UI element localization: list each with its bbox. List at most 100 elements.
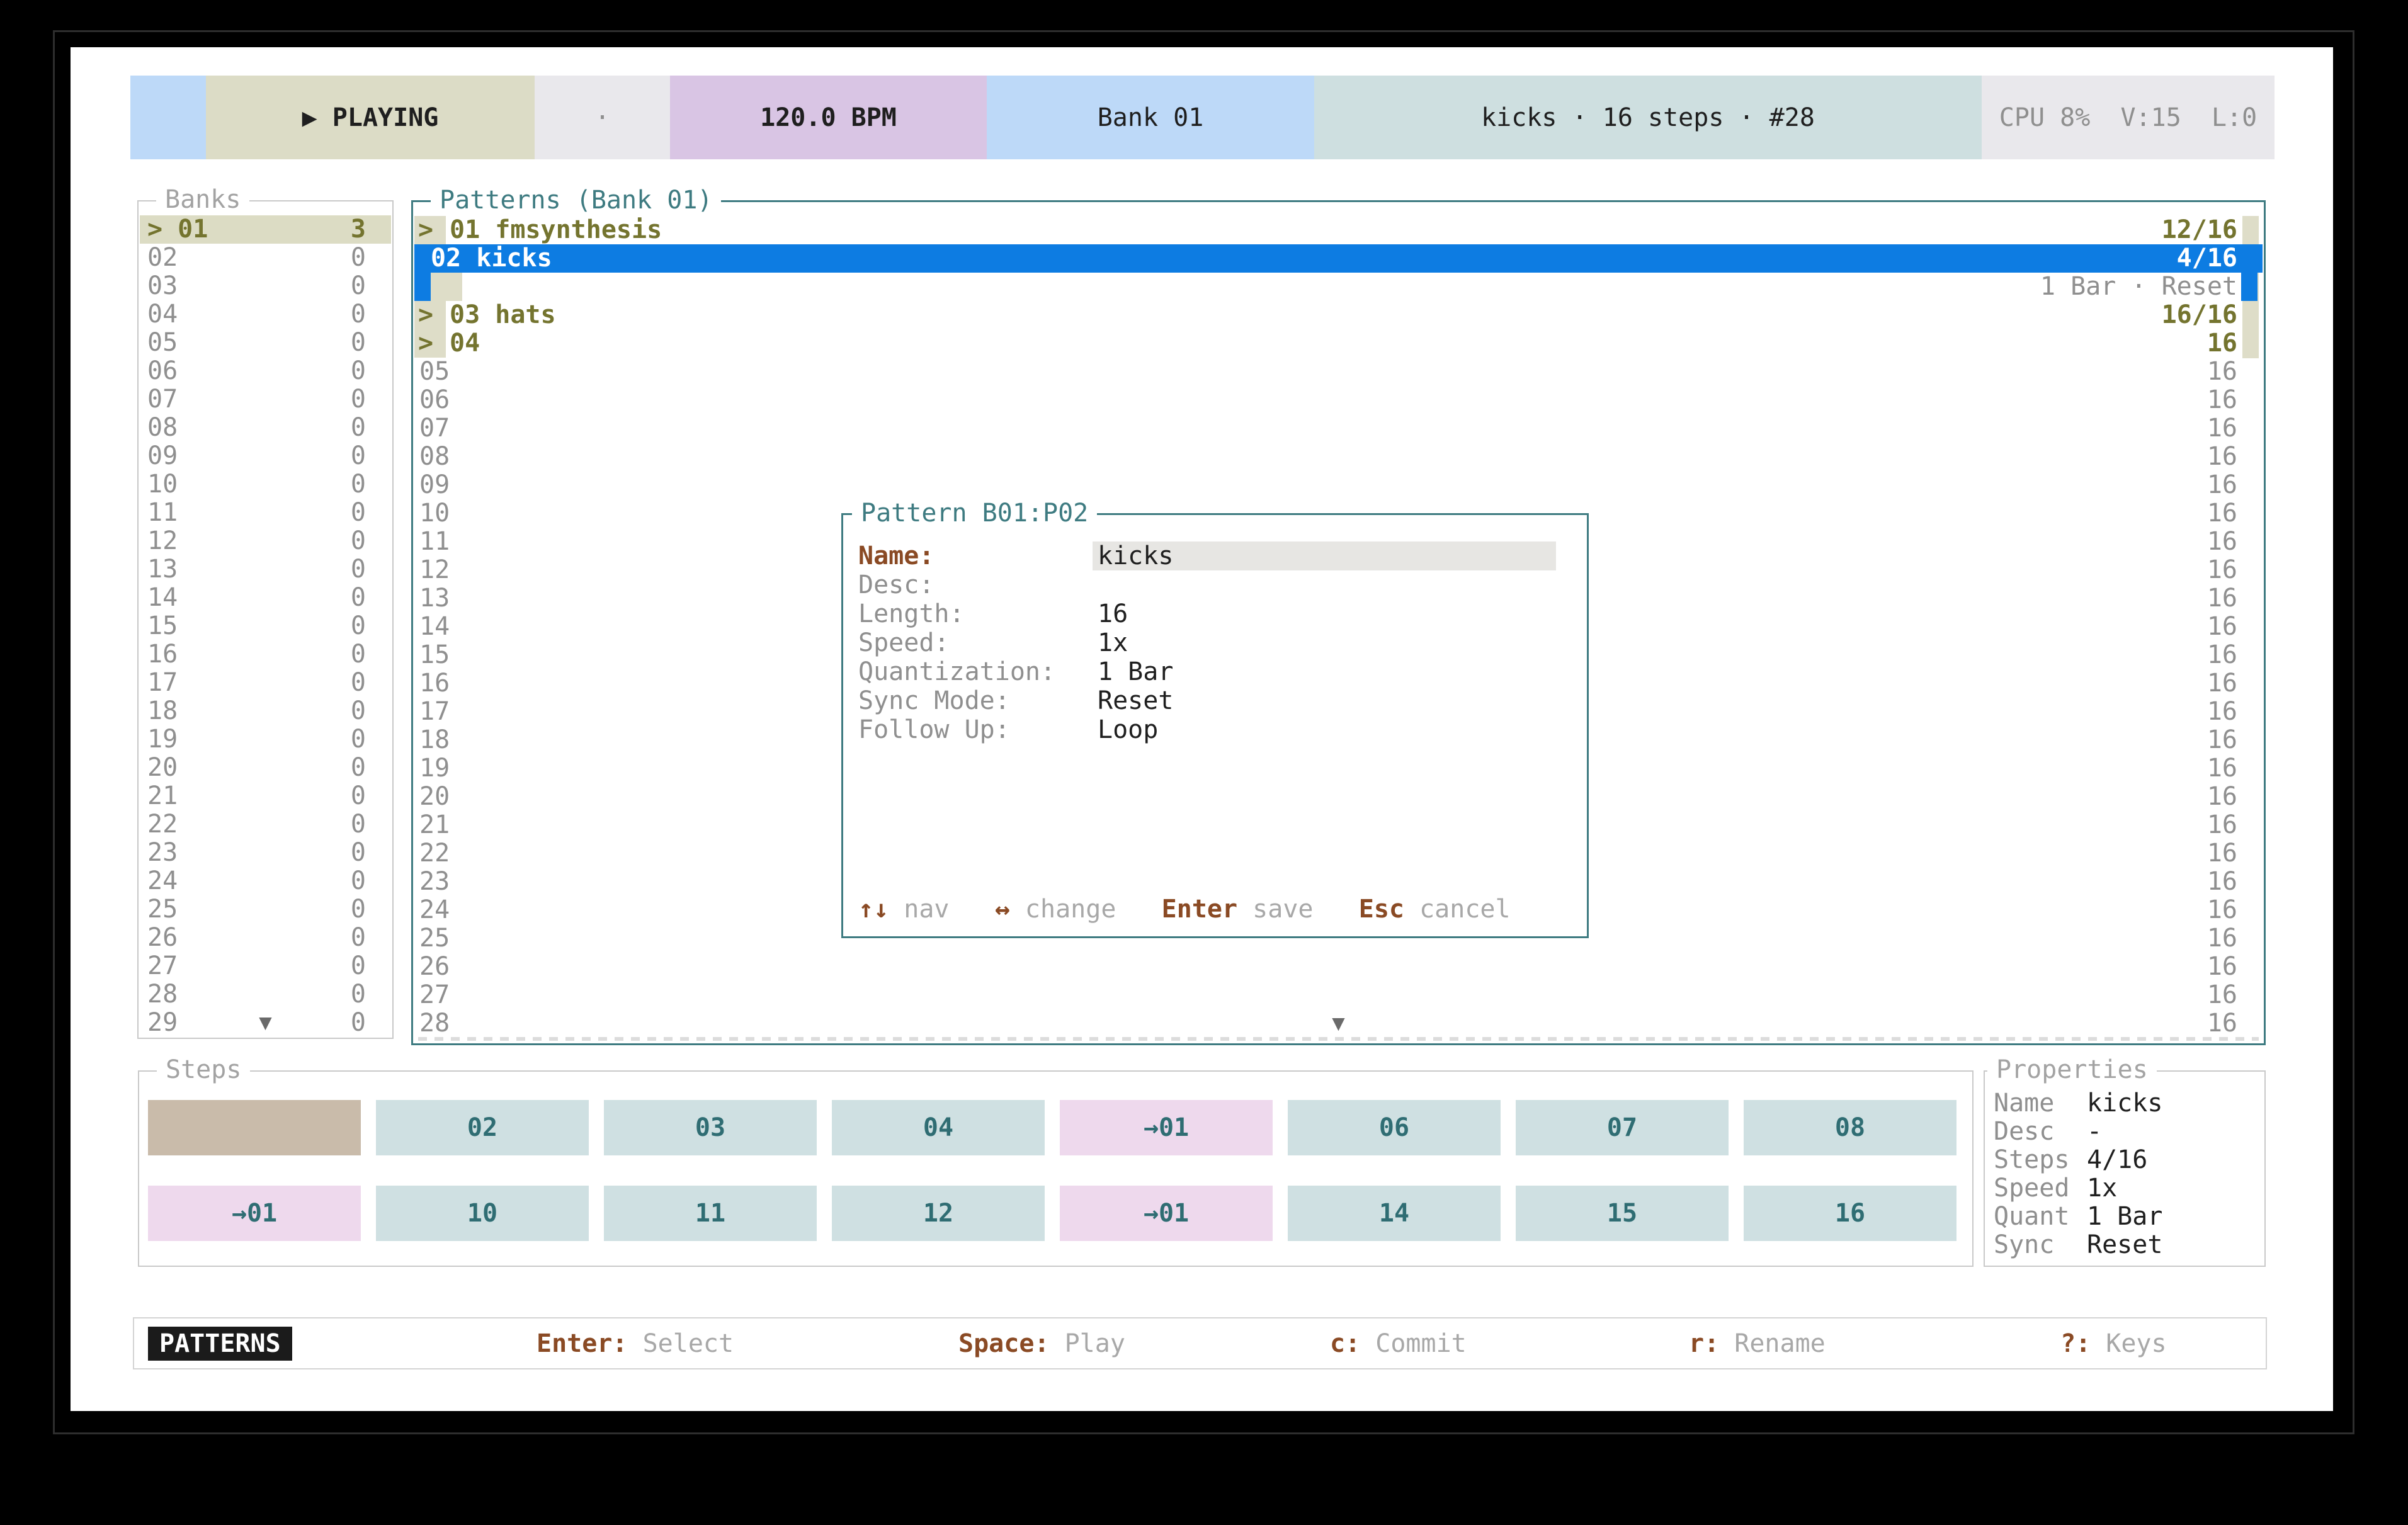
bank-row-count: 0 [351,470,366,499]
bank-row[interactable]: 170 [140,669,391,697]
property-value: Reset [2087,1230,2162,1259]
property-row: Desc- [1994,1118,2261,1146]
pattern-row[interactable]: 0916 [414,471,2263,499]
pattern-row[interactable]: 0616 [414,386,2263,414]
step-cell-06[interactable]: 06 [1288,1100,1501,1155]
bank-row[interactable]: 220 [140,810,391,839]
pattern-row-steps: 16 [2207,811,2263,839]
mode-badge: PATTERNS [148,1327,292,1361]
pattern-row-detail: 1 Bar · Reset [414,273,2263,301]
pattern-row[interactable]: 0516 [414,358,2263,386]
bank-row-count: 0 [351,952,366,980]
bank-row[interactable]: 130 [140,555,391,584]
bank-row[interactable]: 27 0 [140,952,391,980]
step-cell-15[interactable]: 15 [1516,1186,1729,1241]
bank-row-number: 16 [147,640,178,669]
bank-row[interactable]: 230 [140,839,391,867]
step-cell-10[interactable]: 10 [376,1186,589,1241]
bank-row-count: 0 [351,810,366,839]
bank-row[interactable]: 210 [140,782,391,810]
pattern-row[interactable]: >0416 [414,329,2263,358]
bank-row[interactable]: 260 [140,924,391,952]
step-cell-03[interactable]: 03 [604,1100,817,1155]
modal-field-value: Reset [1098,686,1173,715]
pattern-row-steps: 16 [2207,981,2263,1009]
modal-field-label: Quantization: [858,657,1055,686]
bank-row-count: 0 [351,499,366,527]
bank-row[interactable]: 090 [140,442,391,470]
bank-row[interactable]: > 013 [140,215,391,244]
bank-row-number: 27 [147,952,178,980]
modal-field-label: Length: [858,599,965,628]
pattern-row-label: 11 [419,528,450,556]
step-cell-05[interactable]: →01 [1060,1100,1273,1155]
step-cell-04[interactable]: 04 [832,1100,1045,1155]
modal-field-desc[interactable]: Desc: [843,570,1587,599]
bank-row-number: 25 [147,895,178,924]
bank-row[interactable]: 070 [140,385,391,414]
bank-row[interactable]: 050 [140,329,391,357]
bank-row[interactable]: 280 [140,980,391,1009]
pattern-row-steps: 16 [2207,414,2263,443]
pattern-row[interactable]: 2716 [414,981,2263,1009]
modal-field-syncmode[interactable]: Sync Mode:Reset [843,686,1587,715]
bank-row[interactable]: 020 [140,244,391,272]
pattern-row[interactable]: 02 kicks4/16 [414,244,2263,273]
pattern-row-label: 12 [419,556,450,584]
bank-row[interactable]: 150 [140,612,391,640]
step-cell-01[interactable] [148,1100,361,1155]
bank-row-count: 0 [351,584,366,612]
step-cell-13[interactable]: →01 [1060,1186,1273,1241]
modal-field-followup[interactable]: Follow Up:Loop [843,715,1587,744]
step-cell-14[interactable]: 14 [1288,1186,1501,1241]
bank-row-number: 07 [147,385,178,414]
pattern-row[interactable]: 07 16 [414,414,2263,443]
modal-field-quantization[interactable]: Quantization:1 Bar [843,657,1587,686]
bank-row[interactable]: 060 [140,357,391,385]
bank-row[interactable]: 200 [140,754,391,782]
bank-row[interactable]: 040 [140,300,391,329]
modal-field-speed[interactable]: Speed:1x [843,628,1587,657]
modal-field-length[interactable]: Length:16 [843,599,1587,628]
modal-field-name[interactable]: Name:kicks [843,541,1587,570]
pattern-row[interactable]: 0816 [414,443,2263,471]
bank-row-count: 0 [351,895,366,924]
pattern-row-label: 07 [419,414,450,443]
bank-row[interactable]: 110 [140,499,391,527]
pattern-row-steps: 1 Bar · Reset [2040,273,2263,301]
step-cell-07[interactable]: 07 [1516,1100,1729,1155]
topbar-segment-transport-spacer [130,76,206,159]
property-value: - [2087,1117,2102,1146]
step-cell-09[interactable]: →01 [148,1186,361,1241]
pattern-committed-icon: > [414,216,446,244]
pattern-row[interactable]: >03 hats16/16 [414,301,2263,329]
banks-more-below-icon: ▼ [259,1009,271,1037]
bank-row[interactable]: 080 [140,414,391,442]
topbar-segment-bpm-display: 120.0 BPM [670,76,987,159]
step-cell-11[interactable]: 11 [604,1186,817,1241]
bank-row[interactable]: 160 [140,640,391,669]
pattern-row-label: 09 [419,471,450,499]
bank-row[interactable]: 140 [140,584,391,612]
step-cell-16[interactable]: 16 [1744,1186,1956,1241]
bank-row[interactable]: 25 0 [140,895,391,924]
step-cell-08[interactable]: 08 [1744,1100,1956,1155]
banks-panel-title: Banks [156,185,249,214]
bank-row[interactable]: 180 [140,697,391,725]
keybinding-hint: Enter: Select [537,1329,734,1358]
bank-row-count: 0 [351,612,366,640]
pattern-row[interactable]: 2616 [414,953,2263,981]
bank-row[interactable]: 120 [140,527,391,555]
pattern-row-label: 25 [419,924,450,953]
property-row: Namekicks [1994,1089,2261,1118]
step-cell-02[interactable]: 02 [376,1100,589,1155]
bank-row[interactable]: 190 [140,725,391,754]
pattern-row-steps: 16 [2207,924,2263,953]
step-cell-12[interactable]: 12 [832,1186,1045,1241]
pattern-row[interactable]: >01 fmsynthesis12/16 [414,216,2263,244]
bank-row-number: 02 [147,244,178,272]
bank-row[interactable]: 030 [140,272,391,300]
bank-row[interactable]: 100 [140,470,391,499]
bank-row[interactable]: 240 [140,867,391,895]
bottom-bar: PATTERNS Enter: SelectSpace: Playc: Comm… [133,1317,2267,1369]
